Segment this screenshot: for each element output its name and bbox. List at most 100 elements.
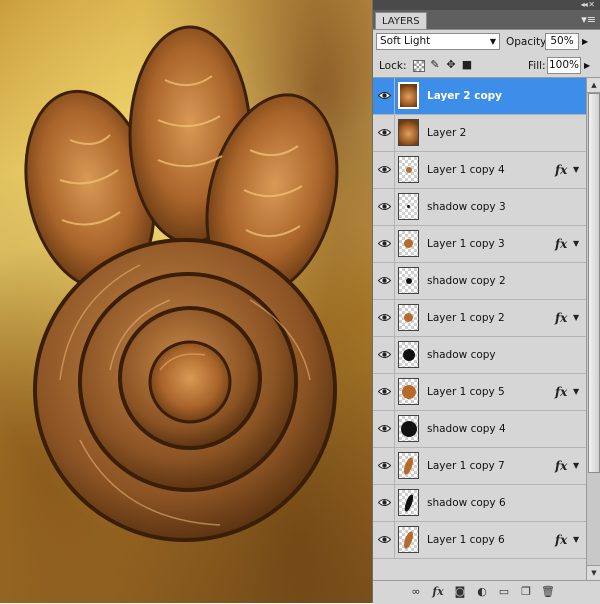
layer-name[interactable]: Layer 1 copy 7 (427, 448, 505, 484)
fill-slider-arrow-icon[interactable]: ▶ (584, 61, 590, 70)
opacity-input[interactable]: 50% (545, 33, 579, 50)
layer-row[interactable]: Layer 1 copy 3 fx ▼ (373, 226, 586, 263)
layers-scrollbar[interactable]: ▲ ▼ (586, 78, 600, 580)
scroll-thumb[interactable] (588, 93, 600, 473)
document-canvas[interactable] (0, 0, 372, 603)
expand-effects-icon[interactable]: ▼ (573, 522, 579, 558)
visibility-toggle[interactable] (373, 189, 395, 225)
layer-thumbnail[interactable] (398, 526, 419, 553)
layer-name[interactable]: shadow copy 2 (427, 263, 506, 299)
visibility-toggle[interactable] (373, 522, 395, 558)
layer-name[interactable]: Layer 1 copy 5 (427, 374, 505, 410)
layer-thumbnail[interactable] (398, 489, 419, 516)
trash-icon[interactable]: 🗑 (541, 585, 555, 599)
layer-row[interactable]: shadow copy 3 (373, 189, 586, 226)
visibility-toggle[interactable] (373, 485, 395, 521)
layer-name[interactable]: Layer 1 copy 2 (427, 300, 505, 336)
layer-row[interactable]: Layer 2 (373, 115, 586, 152)
layer-name[interactable]: shadow copy 3 (427, 189, 506, 225)
thumbnail-mark (400, 420, 417, 437)
layer-row[interactable]: shadow copy (373, 337, 586, 374)
layer-effects-icon[interactable]: fx (555, 522, 567, 558)
expand-effects-icon[interactable]: ▼ (573, 300, 579, 336)
expand-effects-icon[interactable]: ▼ (573, 152, 579, 188)
visibility-toggle[interactable] (373, 152, 395, 188)
visibility-toggle[interactable] (373, 337, 395, 373)
layer-row[interactable]: Layer 2 copy (373, 78, 586, 115)
new-layer-icon[interactable]: ❐ (519, 585, 533, 599)
lock-label: Lock: (379, 60, 407, 72)
layer-row[interactable]: Layer 1 copy 4 fx ▼ (373, 152, 586, 189)
layer-thumbnail[interactable] (398, 452, 419, 479)
lock-position-icon[interactable]: ✥ (445, 59, 457, 71)
fill-input[interactable]: 100% (547, 57, 581, 74)
visibility-toggle[interactable] (373, 411, 395, 447)
layer-name[interactable]: shadow copy 4 (427, 411, 506, 447)
blend-mode-value: Soft Light (380, 35, 431, 47)
layer-thumbnail[interactable] (398, 119, 419, 146)
thumbnail-mark (407, 205, 410, 208)
visibility-toggle[interactable] (373, 374, 395, 410)
thumbnail-mark (402, 529, 415, 550)
lock-all-icon[interactable]: ■ (461, 59, 473, 71)
layer-row[interactable]: shadow copy 6 (373, 485, 586, 522)
expand-effects-icon[interactable]: ▼ (573, 448, 579, 484)
eye-icon (378, 462, 391, 469)
layer-thumbnail[interactable] (398, 304, 419, 331)
scroll-down-icon[interactable]: ▼ (587, 565, 600, 580)
visibility-toggle[interactable] (373, 115, 395, 151)
eye-icon (378, 499, 391, 506)
expand-effects-icon[interactable]: ▼ (573, 374, 579, 410)
visibility-toggle[interactable] (373, 226, 395, 262)
layer-row[interactable]: Layer 1 copy 6 fx ▼ (373, 522, 586, 559)
adjustment-icon[interactable]: ◐ (475, 585, 489, 599)
blend-mode-select[interactable]: Soft Light ▼ (376, 33, 500, 50)
scroll-up-icon[interactable]: ▲ (587, 78, 600, 93)
layer-name[interactable]: shadow copy (427, 337, 496, 373)
opacity-slider-arrow-icon[interactable]: ▶ (582, 37, 588, 46)
layer-effects-icon[interactable]: fx (555, 374, 567, 410)
layer-name[interactable]: Layer 1 copy 6 (427, 522, 505, 558)
visibility-toggle[interactable] (373, 78, 395, 114)
layer-row[interactable]: shadow copy 4 (373, 411, 586, 448)
layer-thumbnail[interactable] (398, 156, 419, 183)
layer-thumbnail[interactable] (398, 415, 419, 442)
layer-thumbnail[interactable] (398, 341, 419, 368)
layer-row[interactable]: shadow copy 2 (373, 263, 586, 300)
mask-icon[interactable]: ◙ (453, 585, 467, 599)
link-icon[interactable]: ∞ (409, 585, 423, 599)
panel-menu-icon[interactable]: ▾≡ (581, 13, 596, 26)
layer-effects-icon[interactable]: fx (555, 448, 567, 484)
artwork (24, 25, 339, 542)
eye-icon (378, 129, 391, 136)
layer-effects-icon[interactable]: fx (555, 226, 567, 262)
thumbnail-mark (401, 384, 416, 399)
layer-name[interactable]: Layer 2 (427, 115, 466, 151)
layer-effects-icon[interactable]: fx (555, 300, 567, 336)
visibility-toggle[interactable] (373, 300, 395, 336)
eye-icon (378, 425, 391, 432)
layer-row[interactable]: Layer 1 copy 7 fx ▼ (373, 448, 586, 485)
layer-thumbnail[interactable] (398, 82, 419, 109)
visibility-toggle[interactable] (373, 448, 395, 484)
layer-name[interactable]: shadow copy 6 (427, 485, 506, 521)
layer-effects-icon[interactable]: fx (555, 152, 567, 188)
tab-layers[interactable]: LAYERS (375, 12, 427, 29)
layer-thumbnail[interactable] (398, 230, 419, 257)
layer-name[interactable]: Layer 2 copy (427, 78, 502, 114)
lock-transparent-pixels-icon[interactable] (413, 60, 425, 72)
layer-row[interactable]: Layer 1 copy 5 fx ▼ (373, 374, 586, 411)
fx-icon[interactable]: fx (431, 585, 445, 599)
layer-thumbnail[interactable] (398, 378, 419, 405)
folder-icon[interactable]: ▭ (497, 585, 511, 599)
collapse-icon[interactable]: ◂◂ ✕ (581, 0, 595, 10)
layer-thumbnail[interactable] (398, 267, 419, 294)
thumbnail-mark (402, 348, 415, 361)
lock-image-pixels-icon[interactable]: ✎ (429, 59, 441, 71)
layer-name[interactable]: Layer 1 copy 4 (427, 152, 505, 188)
layer-name[interactable]: Layer 1 copy 3 (427, 226, 505, 262)
layer-row[interactable]: Layer 1 copy 2 fx ▼ (373, 300, 586, 337)
visibility-toggle[interactable] (373, 263, 395, 299)
expand-effects-icon[interactable]: ▼ (573, 226, 579, 262)
layer-thumbnail[interactable] (398, 193, 419, 220)
